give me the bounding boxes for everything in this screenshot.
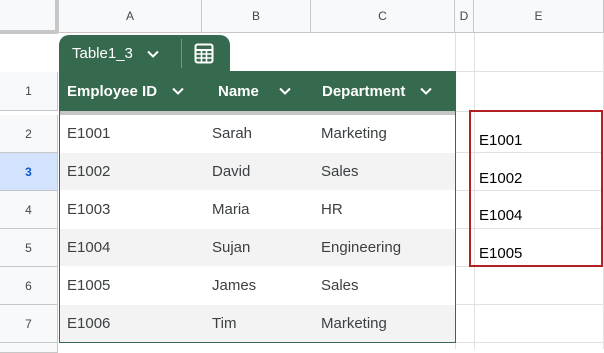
table-name: Table1_3 xyxy=(72,45,133,62)
highlight-box xyxy=(469,110,603,267)
chevron-down-icon[interactable] xyxy=(146,47,160,61)
column-header-a[interactable]: A xyxy=(59,0,202,33)
tab-divider xyxy=(181,39,182,68)
select-all-corner[interactable] xyxy=(0,0,58,33)
freeze-handle-horizontal[interactable] xyxy=(0,30,58,34)
table-border xyxy=(59,71,456,343)
row-header-2[interactable]: 2 xyxy=(0,115,58,153)
column-header-b[interactable]: B xyxy=(202,0,311,33)
table-calculator-icon[interactable] xyxy=(194,43,214,64)
row-header-6[interactable]: 6 xyxy=(0,267,58,305)
row-header-5[interactable]: 5 xyxy=(0,229,58,267)
row-header-3[interactable]: 3 xyxy=(0,153,58,191)
gridline xyxy=(455,71,604,72)
row-header-4[interactable]: 4 xyxy=(0,191,58,229)
row-header-7[interactable]: 7 xyxy=(0,305,58,343)
gridline xyxy=(455,304,604,305)
column-header-e[interactable]: E xyxy=(474,0,604,33)
column-header-c[interactable]: C xyxy=(311,0,455,33)
table-name-chip[interactable]: Table1_3 xyxy=(72,35,160,72)
column-header-d[interactable]: D xyxy=(455,0,474,33)
row-header-8[interactable] xyxy=(0,343,58,353)
row-header-1[interactable]: 1 xyxy=(0,72,58,111)
